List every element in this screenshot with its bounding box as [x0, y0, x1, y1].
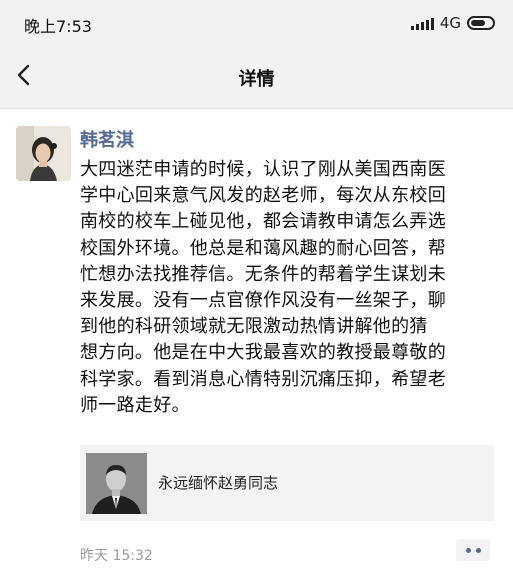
signal-icon [410, 16, 434, 30]
more-dots-icon [475, 547, 481, 553]
page-title: 详情 [238, 69, 275, 90]
status-bar: 晚上7:53 4G [0, 0, 513, 46]
avatar[interactable] [16, 126, 71, 181]
status-time: 晚上7:53 [24, 17, 92, 36]
post-timestamp: 昨天 15:32 [80, 548, 153, 564]
post-detail: 韩茗淇 大四迷茫申请的时候，认识了刚从美国西南医 学中心回来意气风发的赵老师，每… [0, 109, 513, 571]
network-label: 4G [439, 14, 461, 32]
status-icons: 4G [410, 13, 495, 33]
battery-level [471, 20, 485, 26]
more-button[interactable] [456, 539, 490, 561]
more-dots-icon [465, 547, 471, 553]
link-thumbnail [86, 453, 147, 514]
nav-bar: 详情 [0, 46, 513, 109]
author-name[interactable]: 韩茗淇 [80, 126, 134, 152]
portrait-image [86, 453, 147, 514]
battery-icon [467, 16, 495, 30]
post-text: 大四迷茫申请的时候，认识了刚从美国西南医 学中心回来意气风发的赵老师，每次从东校… [80, 159, 446, 416]
link-card[interactable]: 永远缅怀赵勇同志 [80, 445, 494, 521]
avatar-image [16, 126, 71, 181]
link-title: 永远缅怀赵勇同志 [158, 474, 279, 492]
